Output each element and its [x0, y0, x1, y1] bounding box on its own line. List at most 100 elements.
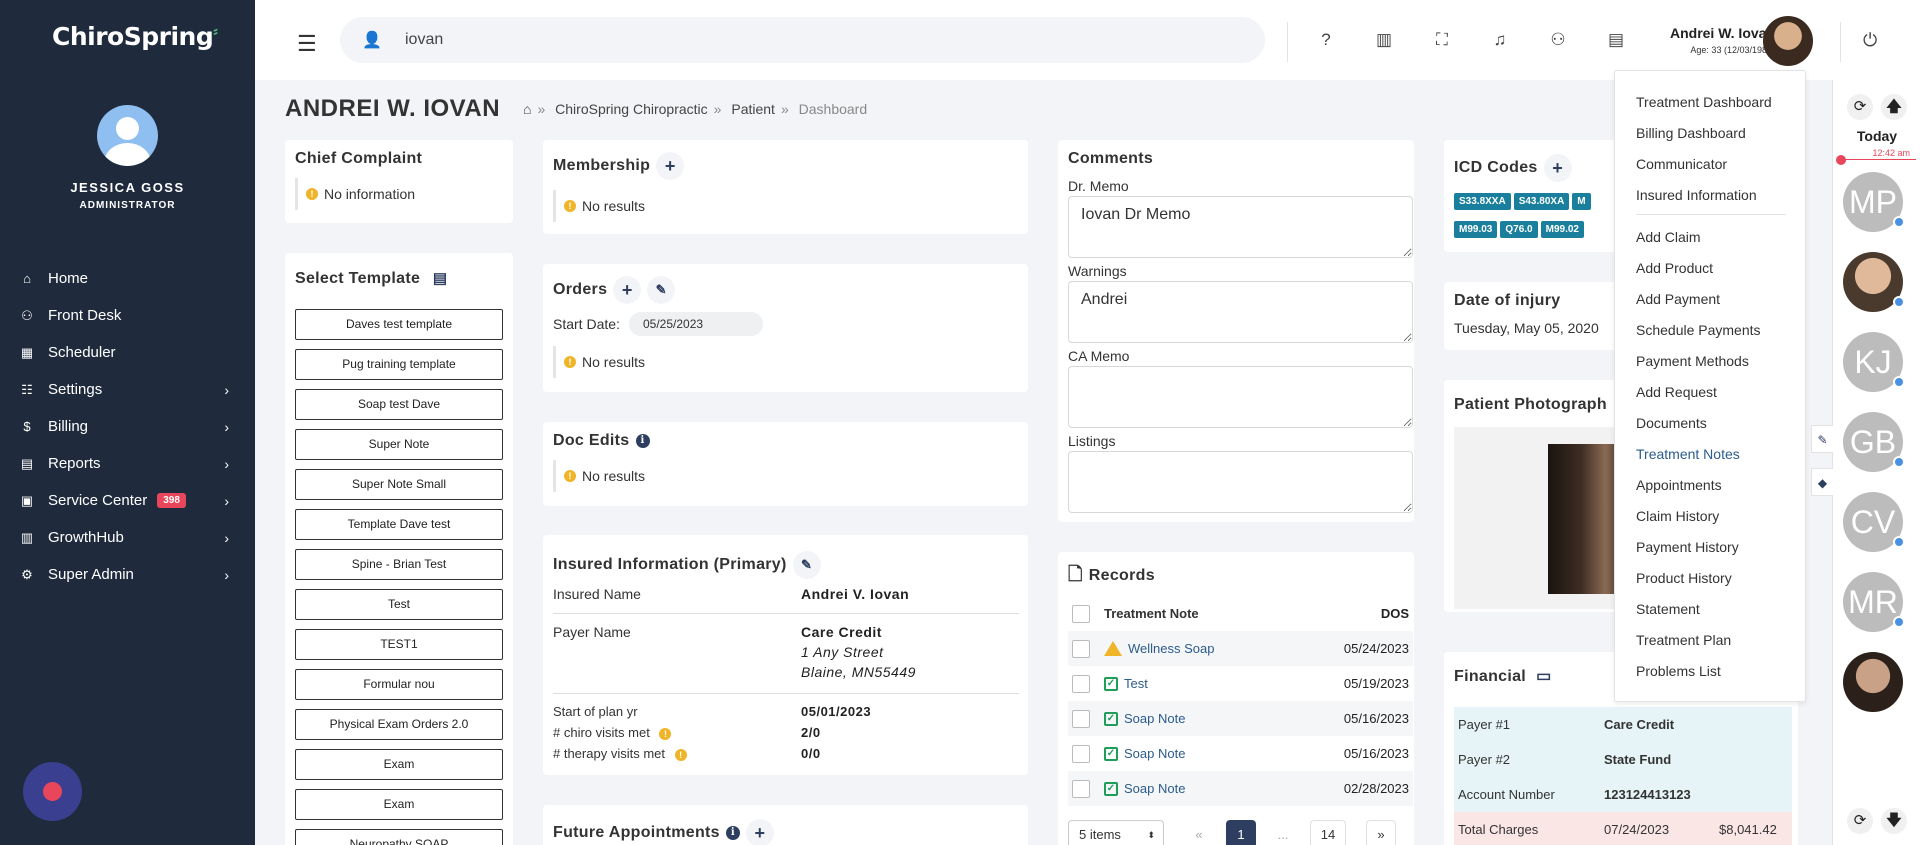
icd-code-badge[interactable]: M99.02	[1540, 221, 1584, 238]
template-button[interactable]: Pug training template	[295, 349, 503, 380]
icd-code-badge[interactable]: Q76.0	[1500, 221, 1538, 238]
add-order-button[interactable]: +	[613, 276, 642, 304]
info-icon[interactable]: i	[635, 433, 650, 448]
treatment-note-link[interactable]: ✓ Soap Note	[1104, 746, 1333, 761]
menu-item-insured-information[interactable]: Insured Information	[1636, 187, 1757, 203]
help-icon[interactable]: ?	[1315, 30, 1337, 50]
template-button[interactable]: Exam	[295, 789, 503, 820]
icd-code-badge[interactable]: S33.8XXA	[1454, 193, 1511, 210]
page-size-select[interactable]: 5 items ⬍	[1068, 820, 1164, 845]
info-icon[interactable]: i	[725, 826, 740, 840]
icd-code-badge[interactable]: M	[1572, 193, 1591, 210]
template-button[interactable]: Test	[295, 589, 503, 620]
appointment-avatar[interactable]: KJ	[1843, 332, 1905, 392]
template-button[interactable]: Formular nou	[295, 669, 503, 700]
row-checkbox[interactable]	[1072, 779, 1090, 798]
menu-item-product-history[interactable]: Product History	[1636, 570, 1732, 586]
tag-icon[interactable]: ◆	[1811, 468, 1833, 496]
menu-item-add-product[interactable]: Add Product	[1636, 260, 1713, 276]
gift-icon[interactable]: ▥	[1373, 30, 1395, 50]
add-membership-button[interactable]: +	[656, 152, 685, 180]
pagination-current[interactable]: 1	[1226, 820, 1256, 845]
menu-item-appointments[interactable]: Appointments	[1636, 477, 1722, 493]
template-button[interactable]: TEST1	[295, 629, 503, 660]
appointment-avatar[interactable]: MP	[1843, 172, 1905, 232]
treatment-note-link[interactable]: Wellness Soap	[1104, 641, 1333, 656]
info-icon[interactable]: !	[659, 728, 672, 740]
user-avatar[interactable]	[97, 105, 158, 166]
menu-item-payment-methods[interactable]: Payment Methods	[1636, 353, 1749, 369]
template-button[interactable]: Spine - Brian Test	[295, 549, 503, 580]
menu-item-statement[interactable]: Statement	[1636, 601, 1700, 617]
refresh-icon[interactable]: ⟳	[1847, 808, 1873, 834]
breadcrumb-item[interactable]: ChiroSpring Chiropractic	[555, 101, 708, 117]
template-button[interactable]: Soap test Dave	[295, 389, 503, 420]
sidebar-item-service-center[interactable]: ▣ Service Center 398 ›	[0, 482, 255, 519]
menu-item-add-request[interactable]: Add Request	[1636, 384, 1717, 400]
row-checkbox[interactable]	[1072, 744, 1090, 763]
warnings-textarea[interactable]: Andrei	[1068, 281, 1413, 343]
table-row[interactable]: Wellness Soap 05/24/2023	[1068, 631, 1413, 666]
ca-memo-textarea[interactable]	[1068, 366, 1413, 428]
sidebar-item-growthhub[interactable]: ▥ GrowthHub ›	[0, 519, 255, 556]
appointment-avatar[interactable]: GB	[1843, 412, 1905, 472]
patient-header[interactable]: Andrei W. Iovan Age: 33 (12/03/1989)	[1655, 25, 1775, 55]
treatment-note-link[interactable]: ✓ Soap Note	[1104, 781, 1333, 796]
template-list-icon[interactable]: ▤	[433, 270, 447, 287]
edit-insured-button[interactable]: ✎	[792, 551, 821, 579]
sidebar-item-front-desk[interactable]: ⚇ Front Desk	[0, 297, 255, 334]
fullscreen-icon[interactable]: ⛶	[1431, 30, 1453, 50]
table-row[interactable]: ✓ Soap Note 05/16/2023	[1068, 736, 1413, 771]
patient-search-input[interactable]	[405, 27, 1005, 53]
template-button[interactable]: Physical Exam Orders 2.0	[295, 709, 503, 740]
select-all-checkbox[interactable]	[1072, 604, 1090, 623]
users-icon[interactable]: ⚇	[1547, 30, 1569, 50]
template-button[interactable]: Exam	[295, 749, 503, 780]
template-button[interactable]: Daves test template	[295, 309, 503, 340]
start-date-input[interactable]: 05/25/2023	[629, 312, 763, 336]
tool-toggle-icon[interactable]: ✎	[1811, 425, 1833, 453]
chirospring-logo[interactable]: ChiroSpring⸗	[52, 22, 218, 51]
menu-item-treatment-notes[interactable]: Treatment Notes	[1636, 446, 1740, 462]
listings-textarea[interactable]	[1068, 451, 1413, 513]
treatment-note-link[interactable]: ✓ Test	[1104, 676, 1333, 691]
credit-card-icon[interactable]: ▭	[1536, 668, 1551, 685]
sidebar-item-settings[interactable]: ☷ Settings ›	[0, 371, 255, 408]
template-button[interactable]: Neuropathy SOAP	[295, 829, 503, 845]
menu-item-payment-history[interactable]: Payment History	[1636, 539, 1739, 555]
chat-launcher-button[interactable]	[23, 762, 82, 821]
row-checkbox[interactable]	[1072, 674, 1090, 693]
menu-item-billing-dashboard[interactable]: Billing Dashboard	[1636, 125, 1746, 141]
menu-toggle-icon[interactable]: ☰	[297, 31, 317, 57]
add-appointment-button[interactable]: +	[745, 819, 774, 845]
treatment-note-link[interactable]: ✓ Soap Note	[1104, 711, 1333, 726]
template-button[interactable]: Super Note	[295, 429, 503, 460]
table-row[interactable]: ✓ Soap Note 05/16/2023	[1068, 701, 1413, 736]
edit-order-button[interactable]: ✎	[647, 276, 676, 304]
info-icon[interactable]: !	[674, 749, 687, 761]
arrow-down-icon[interactable]: 🡇	[1881, 808, 1907, 834]
menu-item-claim-history[interactable]: Claim History	[1636, 508, 1719, 524]
add-user-icon[interactable]: 👤	[362, 30, 382, 50]
menu-item-treatment-plan[interactable]: Treatment Plan	[1636, 632, 1731, 648]
sidebar-item-home[interactable]: ⌂ Home	[0, 260, 255, 297]
breadcrumb-item[interactable]: Patient	[731, 101, 775, 117]
appointment-avatar[interactable]: MR	[1843, 572, 1905, 632]
home-icon[interactable]: ⌂	[523, 101, 531, 117]
document-icon[interactable]: ▤	[1605, 30, 1627, 50]
pagination-prev[interactable]: «	[1184, 820, 1214, 845]
power-icon[interactable]: ⏻	[1863, 30, 1877, 51]
icd-code-badge[interactable]: S43.80XA	[1513, 193, 1570, 210]
pagination-last[interactable]: 14	[1310, 820, 1346, 845]
appointment-avatar[interactable]: CV	[1843, 492, 1905, 552]
sidebar-item-super-admin[interactable]: ⚙ Super Admin ›	[0, 556, 255, 593]
menu-item-communicator[interactable]: Communicator	[1636, 156, 1727, 172]
template-button[interactable]: Template Dave test	[295, 509, 503, 540]
template-button[interactable]: Super Note Small	[295, 469, 503, 500]
menu-item-schedule-payments[interactable]: Schedule Payments	[1636, 322, 1761, 338]
icd-code-badge[interactable]: M99.03	[1454, 221, 1498, 238]
add-icd-button[interactable]: +	[1543, 154, 1572, 182]
menu-item-add-payment[interactable]: Add Payment	[1636, 291, 1720, 307]
menu-item-documents[interactable]: Documents	[1636, 415, 1707, 431]
menu-item-add-claim[interactable]: Add Claim	[1636, 229, 1701, 245]
